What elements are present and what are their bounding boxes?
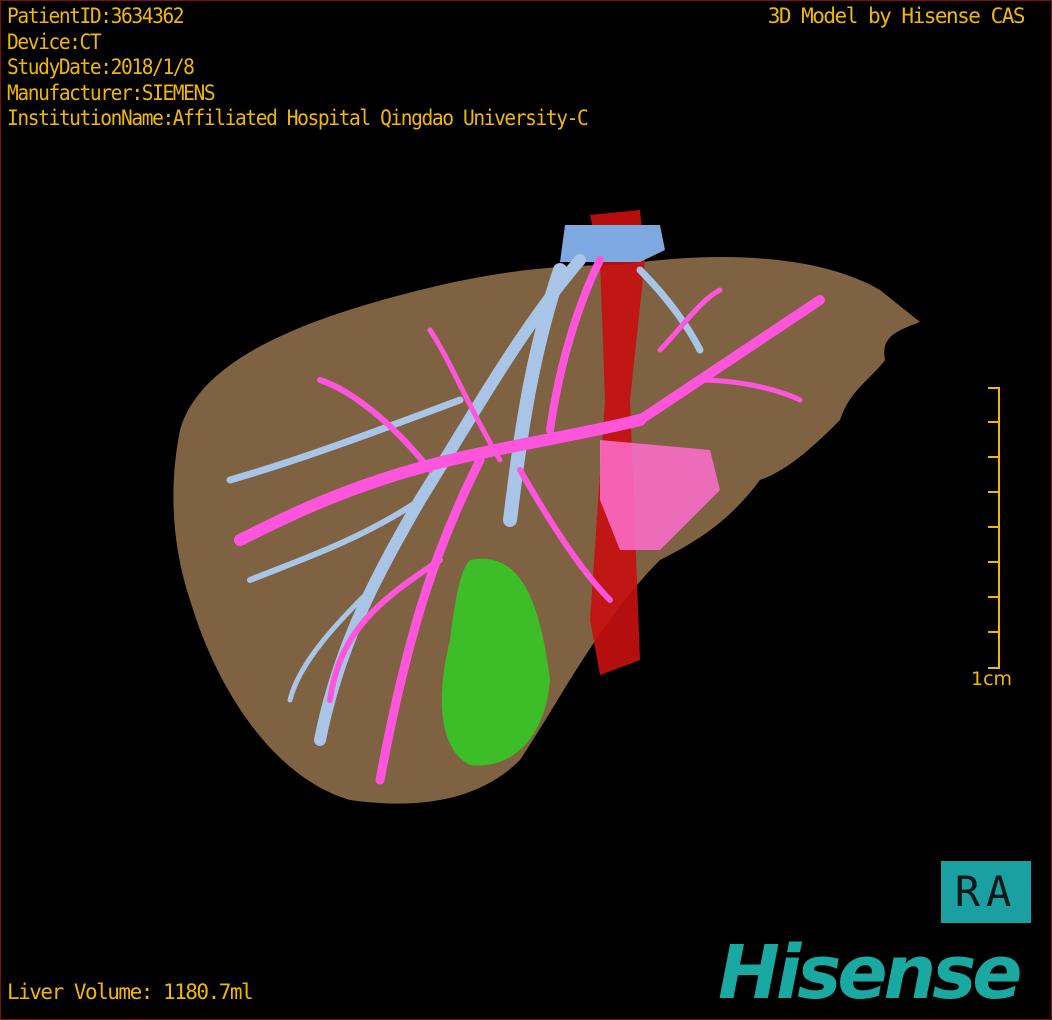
liver-volume: Liver Volume: 1180.7ml [7, 980, 254, 1004]
scale-bar [985, 387, 1000, 669]
patient-id: PatientID:3634362 [7, 4, 185, 28]
scale-bar-label: 1cm [971, 668, 1013, 690]
institution-name: InstitutionName:Affiliated Hospital Qing… [7, 106, 589, 130]
patient-info-panel: PatientID:3634362 Device:CT StudyDate:20… [7, 4, 589, 132]
manufacturer: Manufacturer:SIEMENS [7, 80, 216, 105]
hisense-logo: Hisense [718, 930, 1022, 1016]
orientation-indicator[interactable]: RA [941, 861, 1031, 923]
device: Device:CT [7, 29, 102, 54]
liver-3d-render[interactable] [0, 0, 1052, 1020]
study-date: StudyDate:2018/1/8 [7, 55, 195, 79]
model-title: 3D Model by Hisense CAS [767, 4, 1026, 28]
